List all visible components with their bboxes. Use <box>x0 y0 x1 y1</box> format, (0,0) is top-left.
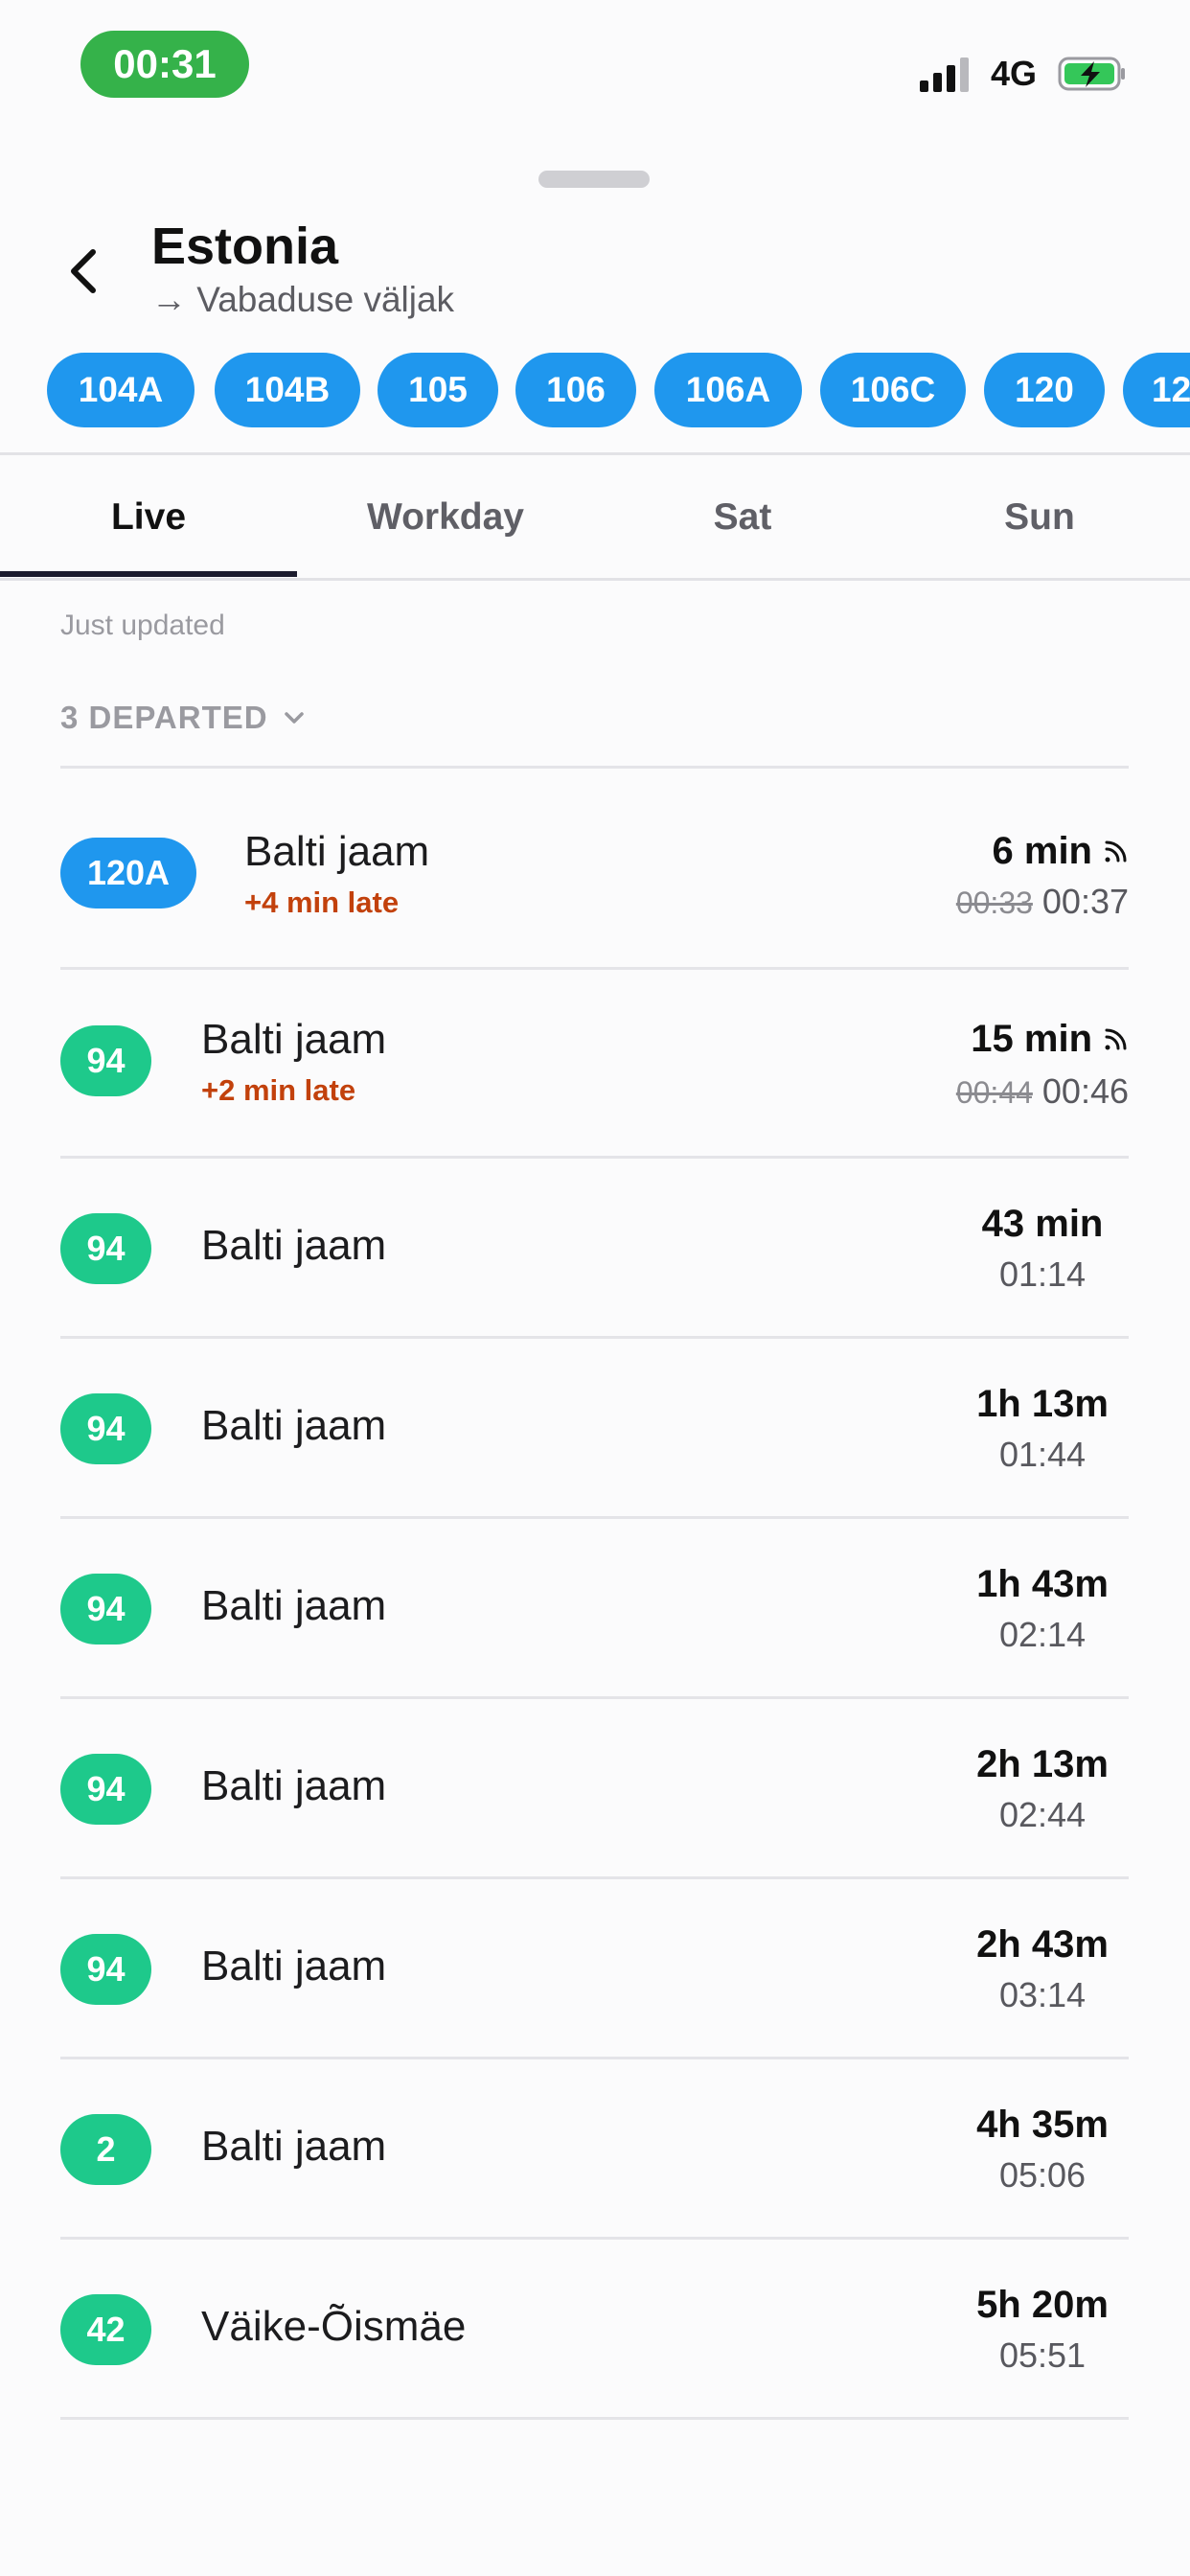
destination: Balti jaam <box>201 2123 387 2170</box>
departure-time: 01:14 <box>998 1254 1087 1294</box>
departure-time: 01:44 <box>998 1435 1087 1474</box>
scheduled-time: 00:33 <box>955 886 1033 920</box>
stop-title: Estonia <box>151 218 339 275</box>
route-badge: 94 <box>60 1393 151 1464</box>
eta: 6 min <box>993 830 1129 873</box>
delay-status: +4 min late <box>244 886 400 919</box>
departure-time: 02:14 <box>998 1615 1087 1654</box>
eta: 15 min <box>971 1018 1129 1061</box>
departure-row[interactable]: 94 Balti jaam 1h 13m 01:44 <box>60 1339 1129 1519</box>
departure-row[interactable]: 94 Balti jaam +2 min late 15 min 00:44 00… <box>60 970 1129 1159</box>
destination: Balti jaam <box>201 1222 387 1269</box>
route-chip[interactable]: 106A <box>654 353 802 427</box>
eta-text: 2h 43m <box>976 1923 1109 1966</box>
eta-text: 15 min <box>971 1018 1092 1060</box>
route-chip[interactable]: 106C <box>820 353 966 427</box>
tab-workday[interactable]: Workday <box>297 456 594 579</box>
departure-row[interactable]: 94 Balti jaam 2h 43m 03:14 <box>60 1879 1129 2059</box>
departure-times: 00:33 00:37 <box>956 882 1129 922</box>
route-badge: 42 <box>60 2294 151 2365</box>
departure-time: 03:14 <box>998 1975 1087 2014</box>
active-tab-indicator <box>0 571 297 577</box>
route-badge: 2 <box>60 2114 151 2185</box>
route-badge: 94 <box>60 1025 151 1096</box>
departure-time: 05:06 <box>998 2155 1087 2195</box>
route-chip[interactable]: 120 <box>1123 353 1190 427</box>
route-chip[interactable]: 106 <box>515 353 636 427</box>
back-button[interactable] <box>54 240 111 303</box>
destination: Balti jaam <box>201 1402 387 1449</box>
eta-text: 43 min <box>981 1203 1104 1245</box>
divider <box>0 578 1190 581</box>
route-chips[interactable]: 104A 104B 105 106 106A 106C 120 120 <box>0 353 1190 429</box>
departure-row[interactable]: 94 Balti jaam 43 min 01:14 <box>60 1159 1129 1339</box>
updated-status: Just updated <box>60 610 225 641</box>
eta-text: 4h 35m <box>976 2104 1109 2146</box>
departure-time: 02:44 <box>998 1795 1087 1834</box>
live-signal-icon <box>1105 1028 1127 1049</box>
route-badge: 94 <box>60 1754 151 1825</box>
departure-row[interactable]: 120A Balti jaam +4 min late 6 min 00:33 0… <box>60 769 1129 970</box>
eta-text: 1h 43m <box>976 1563 1109 1605</box>
status-time: 00:31 <box>80 31 249 98</box>
departure-time: 00:37 <box>1041 882 1129 921</box>
departure-row[interactable]: 2 Balti jaam 4h 35m 05:06 <box>60 2059 1129 2240</box>
network-type: 4G <box>991 54 1038 93</box>
route-badge: 94 <box>60 1213 151 1284</box>
divider <box>0 452 1190 455</box>
destination: Balti jaam <box>201 1016 387 1063</box>
eta-text: 5h 20m <box>976 2284 1109 2326</box>
route-chip[interactable]: 104A <box>47 353 195 427</box>
departed-toggle[interactable]: 3 DEPARTED <box>60 700 307 736</box>
chevron-down-icon <box>284 712 304 724</box>
departure-time: 05:51 <box>998 2335 1087 2375</box>
battery-charging-icon <box>1058 57 1125 91</box>
chevron-left-icon <box>71 249 96 293</box>
route-badge: 94 <box>60 1934 151 2005</box>
eta-text: 1h 13m <box>976 1383 1109 1425</box>
sheet-grabber[interactable] <box>538 171 650 188</box>
departure-time: 00:46 <box>1041 1071 1129 1111</box>
eta-text: 6 min <box>992 830 1092 872</box>
departed-label: 3 DEPARTED <box>60 700 268 735</box>
stop-direction: → Vabaduse väljak <box>151 280 455 319</box>
scheduled-time: 00:44 <box>955 1075 1033 1110</box>
tab-live[interactable]: Live <box>0 456 297 579</box>
status-bar: 00:31 4G <box>0 0 1190 134</box>
departure-times: 00:44 00:46 <box>956 1071 1129 1112</box>
departure-row[interactable]: 94 Balti jaam 2h 13m 02:44 <box>60 1699 1129 1879</box>
route-chip[interactable]: 120 <box>984 353 1105 427</box>
departure-row[interactable]: 94 Balti jaam 1h 43m 02:14 <box>60 1519 1129 1699</box>
live-signal-icon <box>1105 840 1127 862</box>
route-badge: 94 <box>60 1574 151 1644</box>
schedule-tabs: Live Workday Sat Sun <box>0 456 1190 579</box>
destination: Balti jaam <box>201 1582 387 1629</box>
destination: Balti jaam <box>201 1943 387 1990</box>
signal-icon <box>920 56 969 92</box>
destination: Balti jaam <box>201 1762 387 1809</box>
tab-sat[interactable]: Sat <box>594 456 891 579</box>
tab-sun[interactable]: Sun <box>891 456 1188 579</box>
departure-row[interactable]: 42 Väike-Õismäe 5h 20m 05:51 <box>60 2240 1129 2420</box>
route-badge: 120A <box>60 838 196 908</box>
route-chip[interactable]: 104B <box>215 353 360 427</box>
route-chip[interactable]: 105 <box>378 353 498 427</box>
eta-text: 2h 13m <box>976 1743 1109 1785</box>
destination: Väike-Õismäe <box>201 2303 467 2350</box>
delay-status: +2 min late <box>201 1073 356 1107</box>
destination: Balti jaam <box>244 828 430 875</box>
